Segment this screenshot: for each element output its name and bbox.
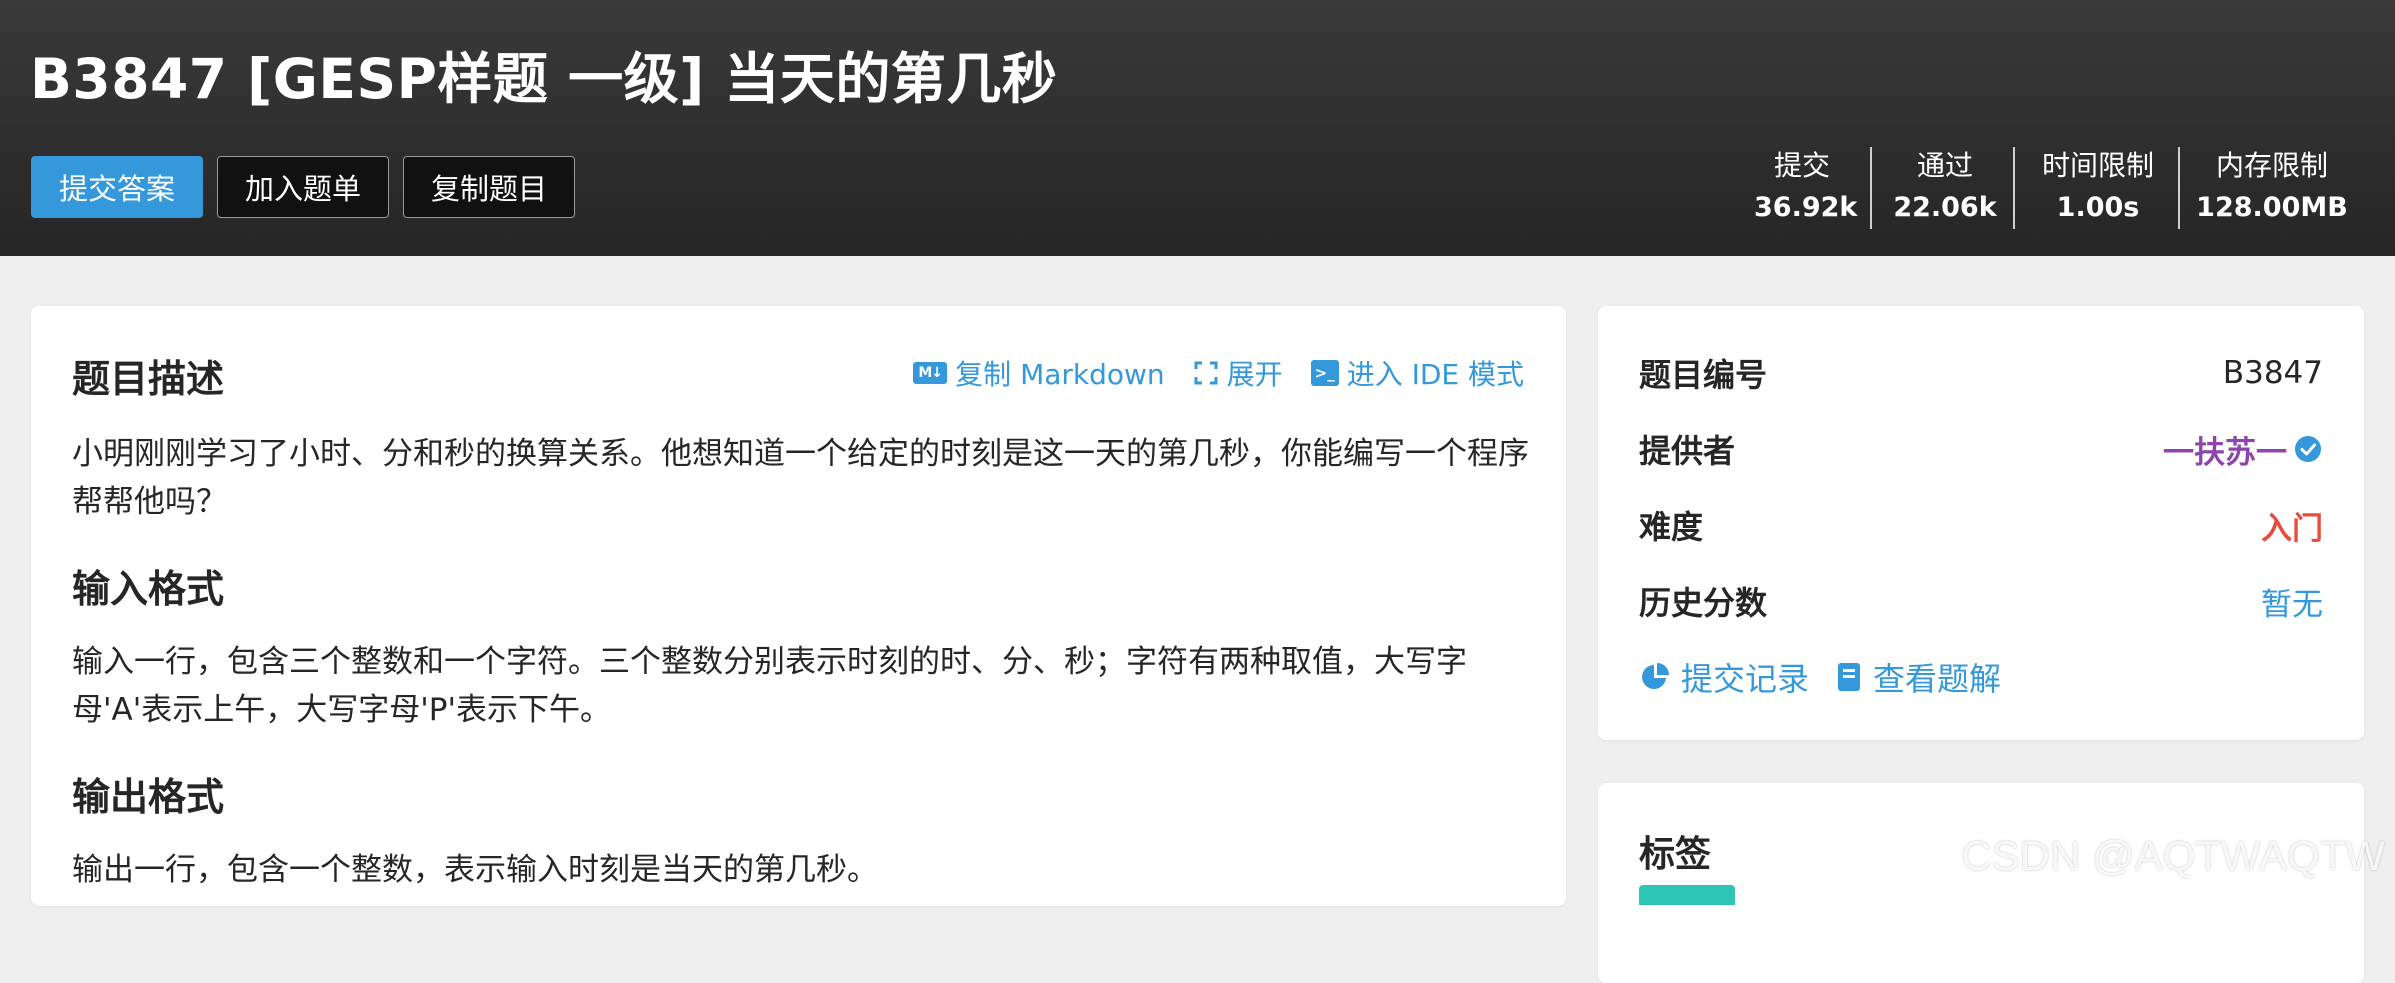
stat-value: 36.92k — [1754, 192, 1858, 223]
stat-submissions: 提交 36.92k — [1754, 146, 1858, 230]
info-row-provider: 提供者 一扶苏一 — [1639, 424, 2323, 474]
stat-label: 提交 — [1773, 149, 1830, 182]
terminal-icon: >_ — [1310, 360, 1339, 386]
stat-value: 22.06k — [1893, 192, 1997, 223]
copy-markdown-label: 复制 Markdown — [955, 358, 1165, 391]
copy-markdown-link[interactable]: M↓ 复制 Markdown — [913, 353, 1165, 393]
description-heading: 题目描述 — [72, 357, 225, 401]
stat-divider — [1870, 147, 1872, 229]
provider-name: 一扶苏一 — [2163, 434, 2287, 471]
view-solutions-label: 查看题解 — [1873, 660, 2002, 698]
info-label: 提供者 — [1639, 432, 1736, 470]
info-row-history-score: 历史分数 暂无 — [1639, 576, 2323, 626]
input-format-text: 输入一行，包含三个整数和一个字符。三个整数分别表示时刻的时、分、秒；字符有两种取… — [72, 644, 1467, 728]
view-solutions-link[interactable]: 查看题解 — [1835, 654, 2001, 700]
stat-divider — [2013, 147, 2015, 229]
verified-badge-icon — [2295, 436, 2321, 462]
provider-link[interactable]: 一扶苏一 — [2163, 427, 2323, 472]
markdown-icon: M↓ — [913, 362, 948, 384]
submission-records-link[interactable]: 提交记录 — [1639, 654, 1809, 700]
problem-content-card: 题目描述 M↓ 复制 Markdown 展开 >_ 进入 IDE 模式 小明刚刚… — [31, 306, 1566, 906]
problem-actions: M↓ 复制 Markdown 展开 >_ 进入 IDE 模式 — [913, 353, 1524, 393]
problem-title: B3847 [GESP样题 一级] 当天的第几秒 — [30, 47, 1058, 111]
difficulty-value: 入门 — [2261, 510, 2323, 547]
expand-link[interactable]: 展开 — [1193, 353, 1283, 393]
info-label: 题目编号 — [1639, 356, 1768, 394]
watermark-text: CSDN @AQTWAQTW — [1961, 832, 2385, 879]
tag-chip[interactable] — [1639, 885, 1735, 905]
info-row-problem-id: 题目编号 B3847 — [1639, 348, 2323, 398]
stat-memory-limit: 内存限制 128.00MB — [2196, 146, 2348, 230]
stat-label: 通过 — [1916, 149, 1973, 182]
description-text: 小明刚刚学习了小时、分和秒的换算关系。他想知道一个给定的时刻是这一天的第几秒，你… — [72, 436, 1529, 520]
input-format-heading: 输入格式 — [72, 567, 225, 611]
tags-card: 标签 — [1598, 783, 2364, 983]
submission-records-label: 提交记录 — [1681, 660, 1810, 698]
output-format-heading: 输出格式 — [72, 775, 225, 819]
stat-divider — [2178, 147, 2180, 229]
problem-id-value: B3847 — [2222, 355, 2323, 391]
info-row-difficulty: 难度 入门 — [1639, 500, 2323, 550]
ide-mode-label: 进入 IDE 模式 — [1346, 358, 1524, 391]
tags-heading: 标签 — [1639, 834, 1712, 875]
stat-label: 时间限制 — [2041, 149, 2154, 182]
pie-chart-icon — [1642, 663, 1669, 689]
stat-label: 内存限制 — [2215, 149, 2328, 182]
copy-problem-button[interactable]: 复制题目 — [403, 156, 575, 218]
book-icon — [1838, 663, 1861, 691]
expand-label: 展开 — [1226, 358, 1283, 391]
problem-info-card: 题目编号 B3847 提供者 一扶苏一 难度 入门 历史分数 暂无 提交记录 查… — [1598, 306, 2364, 740]
stat-value: 1.00s — [2056, 192, 2140, 223]
ide-mode-link[interactable]: >_ 进入 IDE 模式 — [1310, 353, 1524, 393]
expand-icon — [1194, 361, 1218, 385]
history-score-value: 暂无 — [2261, 586, 2323, 623]
submit-answer-button[interactable]: 提交答案 — [31, 156, 203, 218]
info-links: 提交记录 查看题解 — [1639, 654, 2001, 700]
stat-time-limit: 时间限制 1.00s — [2030, 146, 2166, 230]
stat-value: 128.00MB — [2196, 192, 2348, 223]
problem-header: B3847 [GESP样题 一级] 当天的第几秒 提交答案 加入题单 复制题目 … — [0, 0, 2395, 256]
info-label: 难度 — [1639, 508, 1704, 546]
output-format-text: 输出一行，包含一个整数，表示输入时刻是当天的第几秒。 — [72, 852, 878, 888]
info-label: 历史分数 — [1639, 584, 1768, 622]
add-to-list-button[interactable]: 加入题单 — [217, 156, 389, 218]
stat-accepted: 通过 22.06k — [1890, 146, 2000, 230]
